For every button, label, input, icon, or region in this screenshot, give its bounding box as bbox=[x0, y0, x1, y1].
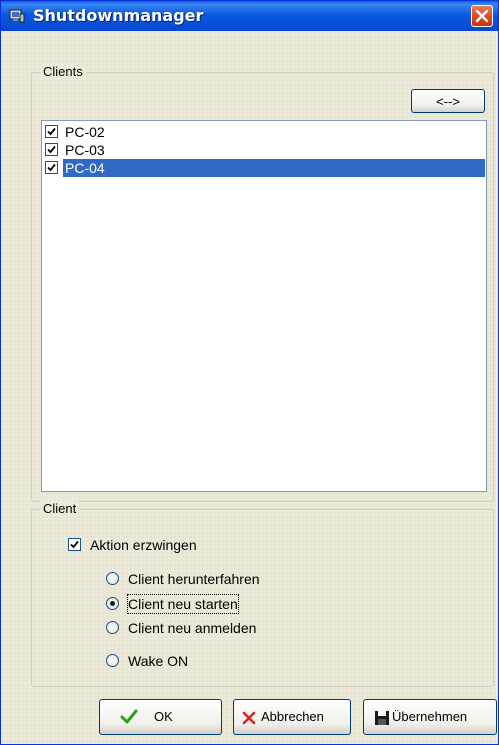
apply-label: Übernehmen bbox=[392, 709, 468, 724]
radio-label: Client neu anmelden bbox=[128, 620, 257, 636]
radio-label: Client neu starten bbox=[127, 594, 239, 614]
ok-button[interactable]: OK bbox=[99, 699, 222, 735]
radio-button[interactable] bbox=[106, 572, 119, 585]
radio-restart[interactable]: Client neu starten bbox=[106, 594, 306, 614]
client-label: PC-02 bbox=[65, 124, 105, 140]
cancel-label: Abbrechen bbox=[261, 709, 324, 724]
close-button[interactable] bbox=[471, 5, 493, 27]
checkmark-icon bbox=[47, 127, 56, 136]
client-list-item[interactable]: PC-04 bbox=[43, 159, 485, 177]
floppy-disk-icon bbox=[375, 711, 389, 725]
app-icon bbox=[9, 8, 25, 24]
checkmark-icon bbox=[70, 540, 79, 549]
checkmark-icon bbox=[47, 163, 56, 172]
force-action-checkbox[interactable] bbox=[68, 538, 81, 551]
radio-wake-on[interactable]: Wake ON bbox=[106, 652, 306, 670]
radio-label: Client herunterfahren bbox=[128, 571, 260, 587]
force-action-label: Aktion erzwingen bbox=[90, 537, 197, 553]
close-icon bbox=[475, 9, 489, 23]
radio-button[interactable] bbox=[106, 597, 119, 610]
client-checkbox[interactable] bbox=[45, 125, 58, 138]
window-content: Clients <--> PC-02 PC-03 PC-04 Client Ak… bbox=[1, 31, 498, 744]
radio-label: Wake ON bbox=[128, 653, 189, 669]
client-list-item[interactable]: PC-03 bbox=[43, 141, 485, 159]
client-label: PC-04 bbox=[63, 159, 485, 177]
radio-button[interactable] bbox=[106, 621, 119, 634]
x-icon bbox=[242, 711, 256, 725]
checkmark-icon bbox=[120, 709, 138, 724]
client-label: PC-03 bbox=[65, 142, 105, 158]
checkmark-icon bbox=[47, 145, 56, 154]
radio-shutdown[interactable]: Client herunterfahren bbox=[106, 570, 306, 588]
radio-button[interactable] bbox=[106, 654, 119, 667]
cancel-button[interactable]: Abbrechen bbox=[233, 699, 351, 735]
apply-button[interactable]: Übernehmen bbox=[363, 699, 497, 735]
client-legend: Client bbox=[40, 501, 80, 516]
clients-legend: Clients bbox=[40, 64, 86, 79]
toggle-all-button[interactable]: <--> bbox=[411, 89, 485, 113]
window-title: Shutdownmanager bbox=[33, 6, 204, 25]
clients-listbox[interactable]: PC-02 PC-03 PC-04 bbox=[41, 120, 487, 492]
ok-label: OK bbox=[154, 709, 173, 724]
client-checkbox[interactable] bbox=[45, 143, 58, 156]
client-checkbox[interactable] bbox=[45, 161, 58, 174]
title-bar[interactable]: Shutdownmanager bbox=[1, 1, 498, 31]
radio-selected-dot bbox=[110, 601, 115, 606]
radio-relogin[interactable]: Client neu anmelden bbox=[106, 619, 306, 637]
client-list-item[interactable]: PC-02 bbox=[43, 123, 485, 141]
shutdownmanager-window: Shutdownmanager Clients <--> PC-02 PC-03… bbox=[0, 0, 499, 745]
